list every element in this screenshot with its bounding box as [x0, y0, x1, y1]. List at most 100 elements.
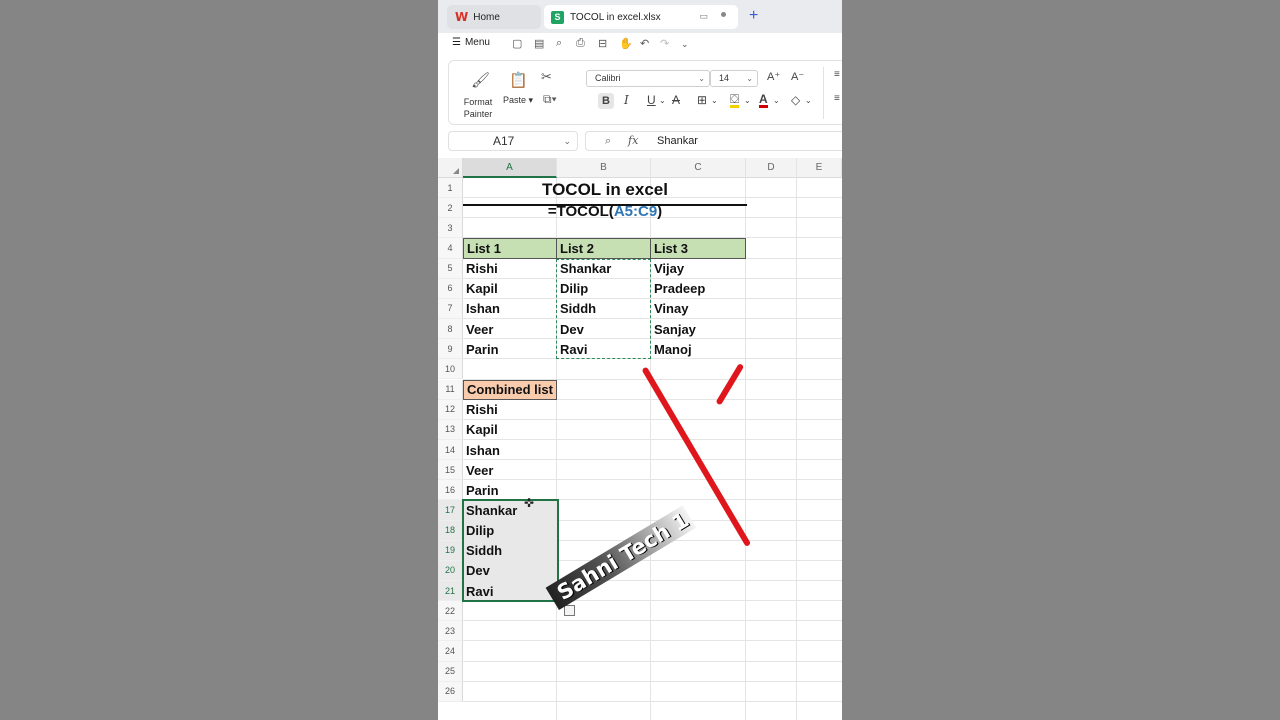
- paste-icon[interactable]: 📋: [509, 71, 528, 89]
- cell-b6[interactable]: Dilip: [557, 279, 651, 299]
- chevron-down-icon[interactable]: ⌄: [681, 39, 689, 50]
- cell-a15[interactable]: Veer: [463, 460, 557, 480]
- cell-a8[interactable]: Veer: [463, 319, 557, 339]
- list-header-1[interactable]: List 1: [463, 238, 557, 259]
- row-header-22[interactable]: 22: [438, 601, 463, 622]
- row-header-11[interactable]: 11: [438, 379, 463, 400]
- clear-format-icon[interactable]: ◇: [791, 93, 800, 107]
- row-header-17[interactable]: 17: [438, 500, 463, 521]
- row-header-15[interactable]: 15: [438, 460, 463, 481]
- row-header-18[interactable]: 18: [438, 520, 463, 541]
- font-size-select[interactable]: 14 ⌄: [710, 70, 758, 87]
- increase-font-icon[interactable]: A⁺: [767, 70, 780, 83]
- chevron-down-icon[interactable]: ⌄: [805, 96, 812, 105]
- find-icon[interactable]: ⌕: [556, 37, 562, 50]
- format-painter-icon[interactable]: 🖌: [471, 71, 490, 89]
- italic-button[interactable]: I: [624, 93, 629, 107]
- tab-home[interactable]: W Home: [447, 5, 541, 29]
- row-header-16[interactable]: 16: [438, 480, 463, 501]
- undo-icon[interactable]: ↶: [640, 37, 649, 50]
- copy-icon[interactable]: ⧉▾: [543, 92, 557, 107]
- list-header-2[interactable]: List 2: [556, 238, 651, 259]
- formula-input[interactable]: ⌕ fx Shankar: [585, 131, 842, 151]
- column-header-a[interactable]: A: [463, 158, 557, 178]
- cell-c6[interactable]: Pradeep: [651, 279, 746, 299]
- decrease-font-icon[interactable]: A⁻: [791, 70, 804, 83]
- cell-a16[interactable]: Parin: [463, 480, 557, 500]
- monitor-icon[interactable]: ▭: [699, 11, 708, 22]
- row-header-14[interactable]: 14: [438, 439, 463, 461]
- row-header-25[interactable]: 25: [438, 661, 463, 682]
- cell-a20[interactable]: Dev: [463, 561, 557, 581]
- row-header-5[interactable]: 5: [438, 258, 463, 279]
- row-header-2[interactable]: 2: [438, 198, 463, 219]
- cell-a6[interactable]: Kapil: [463, 279, 557, 299]
- row-header-1[interactable]: 1: [438, 178, 463, 199]
- align-icon[interactable]: ≡: [834, 93, 840, 104]
- align-icon[interactable]: ≡: [834, 69, 840, 80]
- cell-a19[interactable]: Siddh: [463, 541, 557, 561]
- row-header-24[interactable]: 24: [438, 641, 463, 662]
- chevron-down-icon[interactable]: ⌄: [659, 96, 666, 105]
- row-header-8[interactable]: 8: [438, 319, 463, 340]
- row-header-26[interactable]: 26: [438, 681, 463, 702]
- cell-a5[interactable]: Rishi: [463, 259, 557, 279]
- name-box[interactable]: A17 ⌄: [448, 131, 578, 151]
- print-preview-icon[interactable]: ⊟: [598, 37, 607, 50]
- open-folder-icon[interactable]: ▢: [512, 37, 522, 50]
- paste-options-icon[interactable]: [564, 605, 575, 617]
- row-header-6[interactable]: 6: [438, 278, 463, 299]
- menu-button[interactable]: ☰ Menu: [452, 37, 490, 48]
- hand-icon[interactable]: ✋: [619, 37, 633, 50]
- cell-a18[interactable]: Dilip: [463, 521, 557, 541]
- paste-button[interactable]: Paste ▾: [503, 95, 533, 106]
- chevron-down-icon[interactable]: ⌄: [711, 96, 718, 105]
- chevron-down-icon[interactable]: ⌄: [773, 96, 780, 105]
- print-icon[interactable]: ⎙: [576, 37, 585, 50]
- cell-c5[interactable]: Vijay: [651, 259, 746, 279]
- cell-a21[interactable]: Ravi: [463, 581, 557, 601]
- cell-a9[interactable]: Parin: [463, 339, 557, 359]
- cell-c8[interactable]: Sanjay: [651, 319, 746, 339]
- cell-a14[interactable]: Ishan: [463, 440, 557, 460]
- column-header-e[interactable]: E: [797, 158, 842, 178]
- chevron-down-icon[interactable]: ⌄: [744, 96, 751, 105]
- fx-icon[interactable]: fx: [628, 134, 638, 147]
- cut-icon[interactable]: ✂: [541, 69, 552, 85]
- new-tab-button[interactable]: +: [749, 6, 758, 26]
- zoom-icon[interactable]: ⌕: [605, 135, 611, 148]
- cell-a7[interactable]: Ishan: [463, 299, 557, 319]
- cell-b5[interactable]: Shankar: [557, 259, 651, 279]
- fill-color-icon[interactable]: ⛋: [730, 93, 740, 108]
- redo-icon[interactable]: ↷: [660, 37, 669, 50]
- list-header-3[interactable]: List 3: [650, 238, 746, 259]
- font-color-icon[interactable]: A: [759, 93, 768, 108]
- cell-b8[interactable]: Dev: [557, 319, 651, 339]
- cell-b9[interactable]: Ravi: [557, 339, 651, 359]
- tab-file[interactable]: S TOCOL in excel.xlsx ▭: [544, 5, 738, 29]
- row-header-20[interactable]: 20: [438, 560, 463, 581]
- formula-text[interactable]: =TOCOL(A5:C9): [463, 201, 747, 221]
- sheet-title[interactable]: TOCOL in excel: [463, 178, 747, 202]
- column-header-c[interactable]: C: [651, 158, 746, 178]
- bold-button[interactable]: B: [598, 93, 614, 109]
- column-header-d[interactable]: D: [746, 158, 797, 178]
- cell-c7[interactable]: Vinay: [651, 299, 746, 319]
- row-header-3[interactable]: 3: [438, 218, 463, 239]
- row-header-4[interactable]: 4: [438, 238, 463, 259]
- row-header-13[interactable]: 13: [438, 419, 463, 440]
- font-name-select[interactable]: Calibri ⌄: [586, 70, 710, 87]
- strikethrough-icon[interactable]: A: [672, 93, 680, 107]
- row-header-23[interactable]: 23: [438, 621, 463, 642]
- row-header-7[interactable]: 7: [438, 298, 463, 320]
- tab-status-dot-icon[interactable]: [721, 12, 726, 17]
- row-header-12[interactable]: 12: [438, 399, 463, 420]
- cell-a13[interactable]: Kapil: [463, 420, 557, 440]
- format-painter-button[interactable]: Format Painter: [458, 96, 498, 120]
- row-header-21[interactable]: 21: [438, 581, 463, 602]
- borders-icon[interactable]: ⊞: [697, 93, 707, 107]
- underline-button[interactable]: U: [647, 93, 656, 107]
- cell-c9[interactable]: Manoj: [651, 339, 746, 359]
- row-header-19[interactable]: 19: [438, 540, 463, 561]
- cell-b7[interactable]: Siddh: [557, 299, 651, 319]
